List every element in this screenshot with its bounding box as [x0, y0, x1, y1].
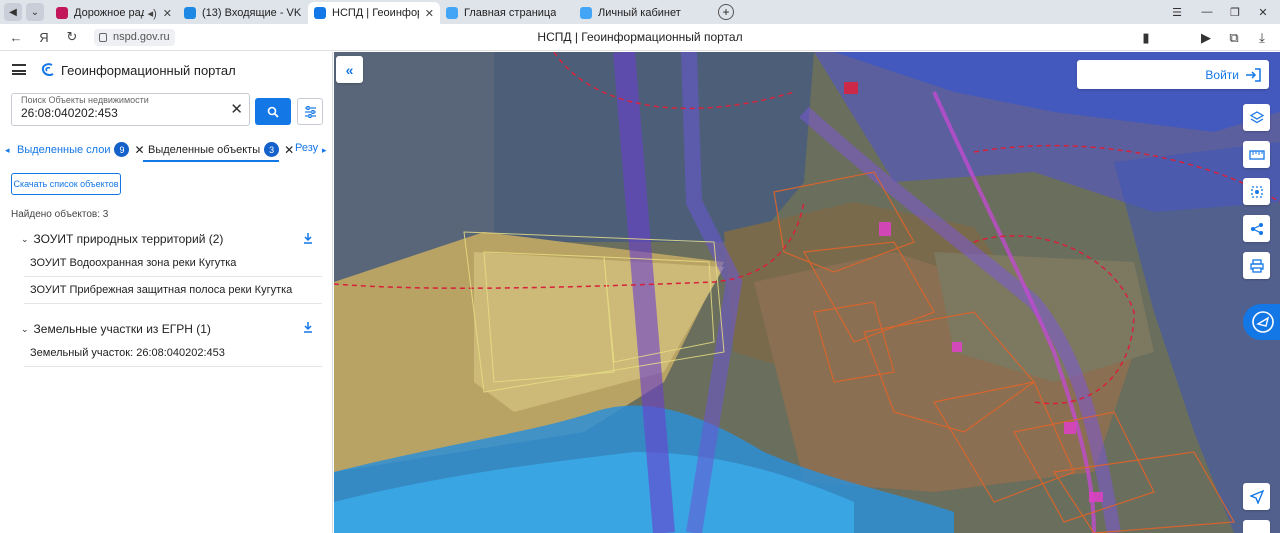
yandex-icon[interactable]: Я — [30, 24, 58, 51]
list-item[interactable]: Земельный участок: 26:08:040202:453 — [24, 340, 322, 367]
assistant-icon — [1252, 311, 1274, 333]
search-button[interactable] — [255, 98, 291, 125]
list-item[interactable]: ЗОУИТ Водоохранная зона реки Кугутка — [24, 250, 322, 277]
tab-list-button[interactable]: ⌄ — [26, 3, 44, 21]
chevron-down-icon: ⌄ — [21, 233, 29, 244]
browser-tab-strip: ◀ ⌄ Дорожное радио — ◂) ✕ (13) Входящие … — [0, 0, 1280, 24]
close-tab-icon[interactable]: ✕ — [163, 7, 172, 20]
count-badge: 9 — [114, 142, 130, 157]
filter-icon — [304, 105, 316, 118]
minimize-icon[interactable]: — — [1194, 0, 1220, 24]
sidebar: Геоинформационный портал Поиск Объекты н… — [0, 52, 333, 533]
browser-tab-nspd[interactable]: НСПД | Геоинформаци ✕ — [308, 2, 440, 24]
search-icon — [267, 106, 279, 118]
active-tab-indicator — [143, 160, 279, 162]
browser-tab-main-page[interactable]: Главная страница — [440, 2, 574, 24]
collapse-sidebar-button[interactable]: « — [336, 56, 363, 83]
menu-icon[interactable] — [12, 64, 26, 75]
search-box[interactable]: Поиск Объекты недвижимости ✕ — [11, 93, 250, 126]
address-bar: ← Я ↻ nspd.gov.ru НСПД | Геоинформационн… — [0, 24, 1280, 51]
downloads-icon[interactable]: ⤓ — [1250, 24, 1274, 51]
login-button[interactable]: Войти — [1077, 60, 1269, 89]
tab-results[interactable]: Резу — [295, 142, 318, 154]
geolocation-icon — [1249, 489, 1264, 504]
select-area-button[interactable] — [1243, 178, 1270, 205]
filter-button[interactable] — [297, 98, 323, 125]
login-icon — [1246, 67, 1261, 82]
tab-selected-objects[interactable]: Выделенные объекты 3 ✕ — [148, 142, 294, 157]
download-list-button[interactable]: Скачать список объектов — [11, 173, 121, 195]
download-icon[interactable] — [302, 321, 314, 333]
select-area-icon — [1250, 185, 1263, 198]
tabs-scroll-right-icon[interactable]: ▸ — [322, 145, 327, 156]
restore-icon[interactable]: ❐ — [1222, 0, 1248, 24]
clear-icon[interactable]: ✕ — [230, 102, 243, 117]
layers-icon — [1249, 110, 1264, 123]
mail-icon — [184, 7, 196, 19]
extensions-icon[interactable]: ⧉ — [1222, 24, 1246, 51]
found-count: Найдено объектов: 3 — [11, 209, 109, 220]
close-tab-icon[interactable]: ✕ — [425, 7, 434, 20]
browser-tab-vk-work[interactable]: (13) Входящие - VK Work — [178, 2, 308, 24]
share-button[interactable] — [1243, 215, 1270, 242]
map-tool-partial[interactable] — [1243, 520, 1270, 533]
close-icon[interactable]: ✕ — [134, 143, 144, 157]
layers-button[interactable] — [1243, 104, 1270, 131]
geolocation-button[interactable] — [1243, 483, 1270, 510]
close-window-icon[interactable]: ✕ — [1250, 0, 1276, 24]
browser-tab-personal-account[interactable]: Личный кабинет — [574, 2, 710, 24]
search-input[interactable] — [21, 106, 221, 120]
browser-tab-radio[interactable]: Дорожное радио — ◂) ✕ — [50, 2, 178, 24]
close-icon[interactable]: ✕ — [284, 143, 294, 157]
print-icon — [1249, 258, 1264, 273]
page-title: НСПД | Геоинформационный портал — [537, 30, 743, 44]
shield-icon — [580, 7, 592, 19]
tab-selected-layers[interactable]: Выделенные слои 9 ✕ — [17, 142, 145, 157]
new-tab-button[interactable]: + — [718, 4, 734, 20]
list-item[interactable]: ЗОУИТ Прибрежная защитная полоса реки Ку… — [24, 277, 322, 304]
search-label: Поиск Объекты недвижимости — [21, 95, 149, 105]
chevron-down-icon: ⌄ — [21, 323, 29, 334]
shield-icon — [446, 7, 458, 19]
group-header-land-plots[interactable]: ⌄ Земельные участки из ЕГРН (1) — [21, 322, 211, 336]
portal-logo-icon — [41, 63, 54, 76]
app-title: Геоинформационный портал — [61, 63, 236, 78]
speaker-icon[interactable]: ◂) — [148, 7, 157, 20]
tabs-scroll-left-icon[interactable]: ◂ — [5, 145, 10, 156]
tabs-menu-icon[interactable]: ☰ — [1164, 0, 1190, 24]
assistant-button[interactable] — [1243, 304, 1280, 340]
bookmark-icon[interactable]: ▮ — [1134, 24, 1158, 51]
share-icon — [1250, 222, 1263, 235]
reload-icon[interactable]: ↻ — [58, 24, 86, 51]
play-icon — [56, 7, 68, 19]
count-badge: 3 — [264, 142, 280, 157]
media-icon[interactable]: ▶ — [1194, 24, 1218, 51]
lock-icon — [99, 32, 107, 42]
map-canvas[interactable] — [334, 52, 1280, 533]
ruler-icon — [1248, 149, 1265, 160]
tab-audio-button[interactable]: ◀ — [4, 3, 22, 21]
portal-icon — [314, 7, 326, 19]
map-view[interactable]: « Войти — [334, 52, 1280, 533]
url-field[interactable]: nspd.gov.ru — [94, 28, 175, 46]
group-header-zouit[interactable]: ⌄ ЗОУИТ природных территорий (2) — [21, 232, 223, 246]
print-button[interactable] — [1243, 252, 1270, 279]
download-icon[interactable] — [302, 232, 314, 244]
back-icon[interactable]: ← — [2, 24, 30, 51]
ruler-button[interactable] — [1243, 141, 1270, 168]
